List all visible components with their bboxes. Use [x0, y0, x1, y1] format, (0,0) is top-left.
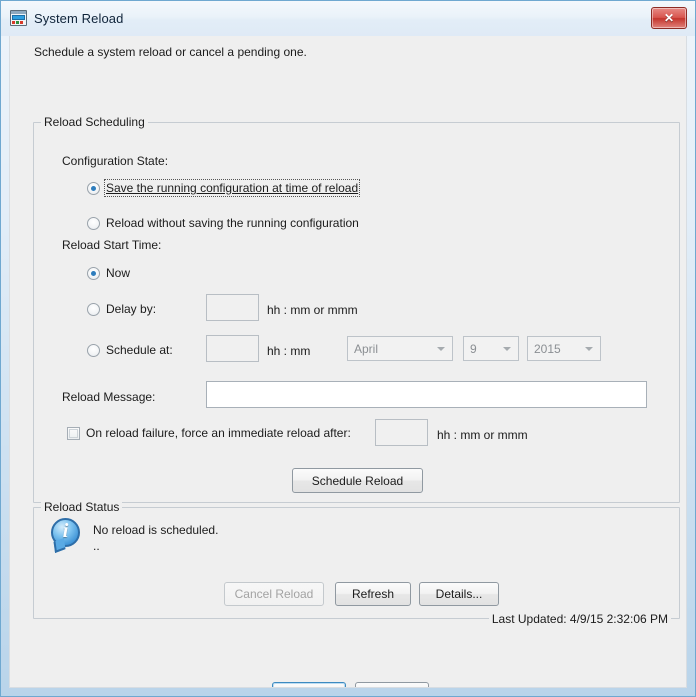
radio-save-running-config[interactable]: Save the running configuration at time o…: [87, 179, 361, 197]
radio-indicator: [87, 266, 100, 280]
force-reload-input[interactable]: [375, 419, 428, 446]
radio-label: Now: [106, 266, 131, 280]
radio-indicator: [87, 181, 100, 195]
close-glyph: ✕: [663, 11, 675, 25]
radio-label: Schedule at:: [106, 343, 173, 357]
reload-message-input[interactable]: [206, 381, 647, 408]
reload-scheduling-group: Reload Scheduling Configuration State: S…: [33, 115, 680, 503]
month-value: April: [354, 341, 379, 356]
schedule-reload-label: Schedule Reload: [311, 473, 404, 488]
client-area: Schedule a system reload or cancel a pen…: [9, 36, 687, 688]
radio-label: Reload without saving the running config…: [106, 216, 359, 230]
window-title: System Reload: [34, 11, 124, 26]
chevron-down-icon: [585, 346, 593, 351]
schedule-at-hint: hh : mm: [267, 344, 311, 358]
radio-indicator: [87, 216, 100, 230]
radio-indicator: [87, 302, 100, 316]
close-icon[interactable]: ✕: [651, 7, 687, 29]
help-button-label: Help: [380, 687, 405, 688]
radio-label: Save the running configuration at time o…: [103, 179, 361, 197]
day-value: 9: [470, 341, 477, 356]
close-button-label: Close: [294, 687, 325, 688]
radio-start-schedule-at[interactable]: Schedule at:: [87, 343, 173, 357]
reload-status-legend: Reload Status: [41, 500, 123, 514]
close-button[interactable]: Close: [272, 682, 346, 688]
delay-by-input[interactable]: [206, 294, 259, 321]
force-reload-checkbox[interactable]: On reload failure, force an immediate re…: [67, 426, 351, 440]
system-reload-icon: [10, 10, 27, 27]
year-select[interactable]: 2015: [527, 336, 601, 361]
cancel-reload-label: Cancel Reload: [234, 587, 314, 601]
refresh-button[interactable]: Refresh: [335, 582, 411, 606]
year-value: 2015: [534, 341, 561, 356]
force-reload-hint: hh : mm or mmm: [437, 428, 528, 442]
radio-label: Delay by:: [106, 302, 157, 316]
chevron-down-icon: [437, 346, 445, 351]
reload-status-message: No reload is scheduled. ..: [93, 523, 219, 553]
reload-start-time-label: Reload Start Time:: [62, 238, 162, 252]
help-button[interactable]: Help: [355, 682, 429, 688]
radio-start-now[interactable]: Now: [87, 266, 130, 280]
details-button[interactable]: Details...: [419, 582, 499, 606]
system-reload-window: System Reload ✕ Schedule a system reload…: [0, 0, 696, 697]
details-label: Details...: [435, 587, 483, 601]
reload-message-label: Reload Message:: [62, 390, 156, 404]
cancel-reload-button[interactable]: Cancel Reload: [224, 582, 324, 606]
day-select[interactable]: 9: [463, 336, 519, 361]
refresh-label: Refresh: [351, 587, 395, 601]
delay-by-hint: hh : mm or mmm: [267, 303, 358, 317]
radio-indicator: [87, 343, 100, 357]
checkbox-indicator: [67, 426, 80, 440]
configuration-state-label: Configuration State:: [62, 154, 169, 168]
chevron-down-icon: [503, 346, 511, 351]
month-select[interactable]: April: [347, 336, 453, 361]
info-icon: i: [49, 518, 83, 553]
schedule-at-input[interactable]: [206, 335, 259, 362]
reload-status-group: Reload Status Last Updated: 4/9/15 2:32:…: [33, 500, 680, 626]
schedule-reload-button[interactable]: Schedule Reload: [292, 468, 423, 493]
radio-start-delay-by[interactable]: Delay by:: [87, 302, 156, 316]
intro-text: Schedule a system reload or cancel a pen…: [34, 45, 307, 59]
last-updated-label: Last Updated: 4/9/15 2:32:06 PM: [488, 612, 671, 626]
checkbox-label: On reload failure, force an immediate re…: [86, 426, 351, 440]
title-bar: System Reload ✕: [1, 1, 695, 36]
reload-scheduling-legend: Reload Scheduling: [41, 115, 148, 129]
radio-reload-without-saving[interactable]: Reload without saving the running config…: [87, 216, 359, 230]
